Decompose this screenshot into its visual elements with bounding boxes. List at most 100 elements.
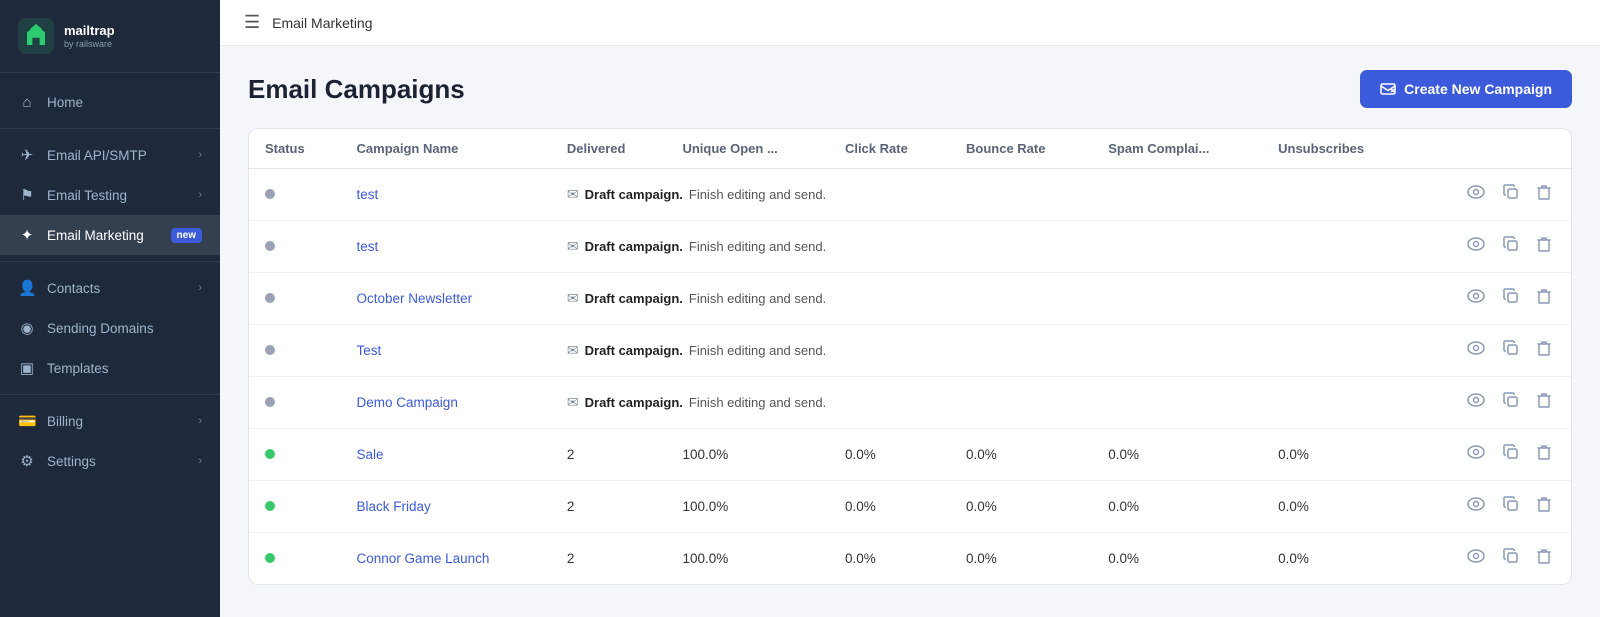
hamburger-icon[interactable]: ☰ [244,12,260,33]
view-button[interactable] [1463,391,1489,414]
delete-button[interactable] [1533,234,1555,259]
new-badge: new [171,228,202,243]
sidebar-item-email-testing[interactable]: ⚑ Email Testing › [0,175,220,215]
copy-button[interactable] [1499,442,1523,467]
delete-button[interactable] [1533,338,1555,363]
status-dot [265,293,275,303]
delete-button[interactable] [1533,286,1555,311]
sidebar-label-templates: Templates [47,361,202,376]
table-row: October Newsletter ✉ Draft campaign. Fini… [249,273,1571,325]
campaign-link[interactable]: test [357,187,379,202]
spam-cell: 0.0% [1092,533,1262,585]
col-delivered: Delivered [551,129,667,169]
status-cell [249,169,341,221]
topbar: ☰ Email Marketing [220,0,1600,46]
actions-cell [1413,273,1571,325]
sidebar-item-home[interactable]: ⌂ Home [0,83,220,122]
view-button[interactable] [1463,495,1489,518]
campaign-link[interactable]: Sale [357,447,384,462]
draft-message: ✉ Draft campaign. Finish editing and sen… [567,238,1397,255]
copy-button[interactable] [1499,338,1523,363]
chevron-right-icon-4: › [198,415,202,427]
sidebar-item-billing[interactable]: 💳 Billing › [0,401,220,441]
table-row: Connor Game Launch2100.0%0.0%0.0%0.0%0.0… [249,533,1571,585]
spam-cell: 0.0% [1092,429,1262,481]
delete-button[interactable] [1533,442,1555,467]
mail-icon: ✉ [567,186,579,203]
create-campaign-button[interactable]: Create New Campaign [1360,70,1572,108]
view-button[interactable] [1463,235,1489,258]
mail-icon: ✉ [567,238,579,255]
sidebar-item-templates[interactable]: ▣ Templates [0,348,220,388]
email-testing-icon: ⚑ [18,186,36,204]
table-header-row: Status Campaign Name Delivered Unique Op… [249,129,1571,169]
nav-divider-1 [0,128,220,129]
delete-button[interactable] [1533,182,1555,207]
actions-cell [1413,169,1571,221]
draft-message-cell: ✉ Draft campaign. Finish editing and sen… [551,273,1413,325]
bounce_rate-cell: 0.0% [950,533,1092,585]
status-cell [249,221,341,273]
status-cell [249,273,341,325]
view-button[interactable] [1463,339,1489,362]
draft-message-cell: ✉ Draft campaign. Finish editing and sen… [551,221,1413,273]
campaign-link[interactable]: Black Friday [357,499,431,514]
view-button[interactable] [1463,547,1489,570]
campaign-link[interactable]: Test [357,343,382,358]
copy-button[interactable] [1499,234,1523,259]
sidebar-item-contacts[interactable]: 👤 Contacts › [0,268,220,308]
view-button[interactable] [1463,287,1489,310]
chevron-right-icon-3: › [198,282,202,294]
sidebar-item-email-marketing[interactable]: ✦ Email Marketing new [0,215,220,255]
status-dot [265,449,275,459]
page-title: Email Campaigns [248,74,465,105]
draft-message: ✉ Draft campaign. Finish editing and sen… [567,186,1397,203]
actions-cell [1413,325,1571,377]
unsub-cell: 0.0% [1262,429,1413,481]
campaign-name-cell: test [341,169,551,221]
chevron-right-icon: › [198,149,202,161]
unsub-cell: 0.0% [1262,533,1413,585]
col-status: Status [249,129,341,169]
create-campaign-label: Create New Campaign [1404,81,1552,97]
sidebar-label-home: Home [47,95,202,110]
campaign-link[interactable]: October Newsletter [357,291,473,306]
sidebar-label-email-api: Email API/SMTP [47,148,187,163]
copy-button[interactable] [1499,390,1523,415]
view-button[interactable] [1463,443,1489,466]
delete-button[interactable] [1533,546,1555,571]
create-campaign-icon [1380,81,1396,97]
copy-button[interactable] [1499,546,1523,571]
campaign-link[interactable]: Connor Game Launch [357,551,490,566]
copy-button[interactable] [1499,182,1523,207]
col-click-rate: Click Rate [829,129,950,169]
actions-cell [1413,481,1571,533]
view-button[interactable] [1463,183,1489,206]
mail-icon: ✉ [567,394,579,411]
status-dot [265,189,275,199]
campaign-link[interactable]: Demo Campaign [357,395,458,410]
sidebar-label-sending-domains: Sending Domains [47,321,202,336]
draft-message-cell: ✉ Draft campaign. Finish editing and sen… [551,169,1413,221]
status-cell [249,533,341,585]
unique_open-cell: 100.0% [666,481,829,533]
sidebar-item-sending-domains[interactable]: ◉ Sending Domains [0,308,220,348]
email-api-icon: ✈ [18,146,36,164]
status-dot [265,345,275,355]
click_rate-cell: 0.0% [829,429,950,481]
draft-message-cell: ✉ Draft campaign. Finish editing and sen… [551,325,1413,377]
draft-message: ✉ Draft campaign. Finish editing and sen… [567,394,1397,411]
sidebar-item-settings[interactable]: ⚙ Settings › [0,441,220,481]
sidebar-item-email-api[interactable]: ✈ Email API/SMTP › [0,135,220,175]
unsub-cell: 0.0% [1262,481,1413,533]
delete-button[interactable] [1533,494,1555,519]
topbar-title: Email Marketing [272,15,372,31]
copy-button[interactable] [1499,286,1523,311]
copy-button[interactable] [1499,494,1523,519]
table-row: Test ✉ Draft campaign. Finish editing and… [249,325,1571,377]
status-cell [249,325,341,377]
delete-button[interactable] [1533,390,1555,415]
billing-icon: 💳 [18,412,36,430]
table-row: test ✉ Draft campaign. Finish editing and… [249,221,1571,273]
campaign-link[interactable]: test [357,239,379,254]
